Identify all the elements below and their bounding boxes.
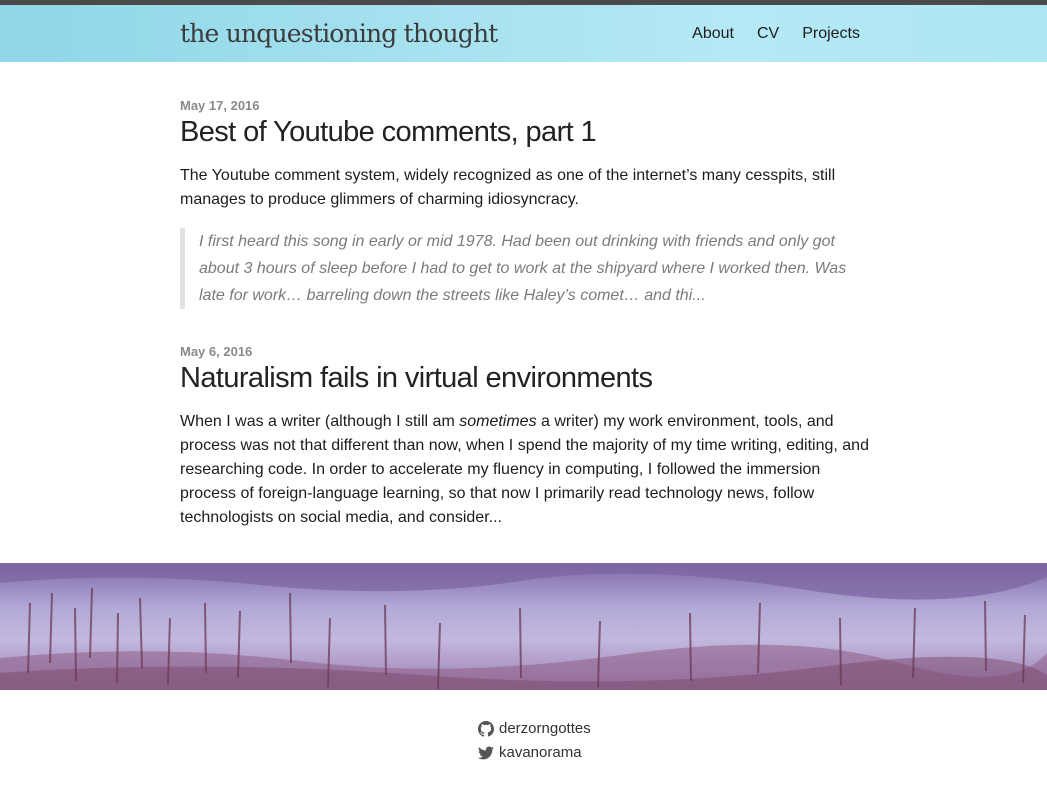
post-title-link[interactable]: Best of Youtube comments, part 1 <box>180 114 870 150</box>
twitter-handle-link[interactable]: kavanorama <box>499 744 582 761</box>
twitter-icon <box>478 746 494 760</box>
grass-field-illustration <box>0 563 1047 690</box>
nav-link-projects[interactable]: Projects <box>802 25 860 43</box>
post-list: May 17, 2016 Best of Youtube comments, p… <box>180 97 870 526</box>
github-icon <box>478 720 494 737</box>
nav-link-about[interactable]: About <box>692 25 734 43</box>
post-excerpt: When I was a writer (although I still am… <box>180 410 870 530</box>
excerpt-text: When I was a writer (although I still am <box>180 413 460 430</box>
github-link-row: derzorngottes <box>478 720 591 737</box>
post-title-link[interactable]: Naturalism fails in virtual environments <box>180 360 870 396</box>
post-item: May 6, 2016 Naturalism fails in virtual … <box>180 343 870 530</box>
main-nav: About CV Projects <box>692 25 860 43</box>
post-item: May 17, 2016 Best of Youtube comments, p… <box>180 97 870 309</box>
excerpt-emphasis: sometimes <box>459 413 537 430</box>
footer-banner-image <box>0 563 1047 690</box>
site-title-link[interactable]: the unquestioning thought <box>180 19 498 48</box>
github-handle-link[interactable]: derzorngottes <box>499 720 591 737</box>
post-date: May 6, 2016 <box>180 344 253 359</box>
post-blockquote: I first heard this song in early or mid … <box>180 228 849 309</box>
post-excerpt: The Youtube comment system, widely recog… <box>180 167 836 208</box>
post-date: May 17, 2016 <box>180 98 260 113</box>
twitter-link-row: kavanorama <box>478 744 582 761</box>
site-header: the unquestioning thought About CV Proje… <box>0 5 1047 62</box>
nav-link-cv[interactable]: CV <box>757 25 779 43</box>
